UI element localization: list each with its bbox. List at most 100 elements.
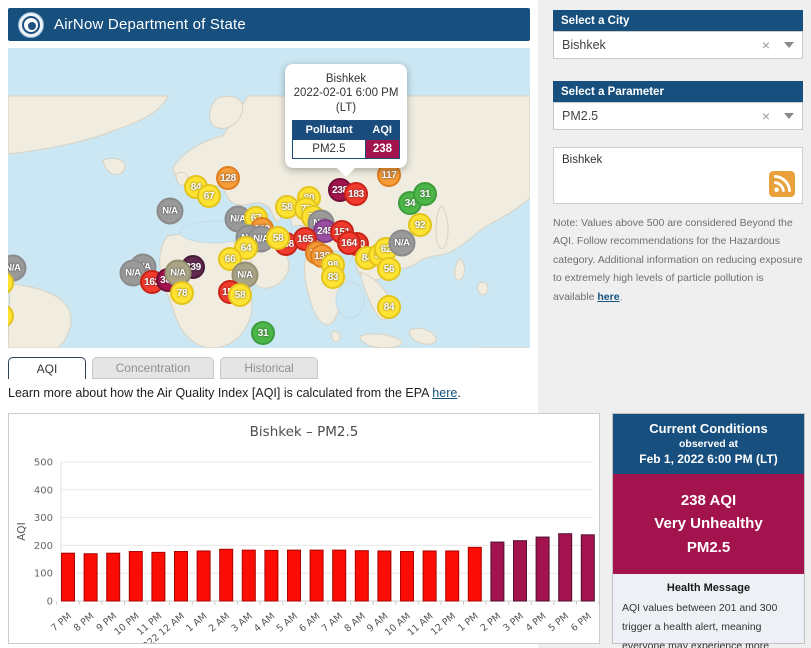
x-tick-label: 5 PM [546, 611, 571, 634]
map-marker-183[interactable]: 183 [344, 182, 368, 206]
conditions-observed: observed at [617, 438, 800, 450]
map-marker-128[interactable]: 128 [216, 166, 240, 190]
y-tick-label: 100 [34, 569, 53, 580]
world-map[interactable]: N/A388467128N/AN/A67132N/AN/A158586466N/… [8, 48, 530, 348]
map-marker-na[interactable]: N/A [389, 230, 416, 257]
bar-2-pm[interactable] [491, 542, 504, 601]
bar-8-am[interactable] [355, 551, 368, 601]
x-tick-label: 3 AM [229, 611, 254, 635]
rss-feed-box: Bishkek [553, 147, 803, 204]
beyond-aqi-note: Note: Values above 500 are considered Be… [553, 214, 805, 306]
bar-4-pm[interactable] [536, 537, 549, 601]
x-tick-label: 7 AM [320, 611, 345, 635]
bar-8-pm[interactable] [84, 554, 97, 601]
select-city-header: Select a City [553, 10, 803, 31]
city-select-value: Bishkek [562, 38, 762, 52]
bar-10-am[interactable] [401, 552, 414, 601]
x-tick-label: 2 PM [479, 611, 504, 634]
x-tick-label: 1 PM [456, 611, 481, 634]
bar-9-pm[interactable] [107, 553, 120, 601]
bar-11-am[interactable] [423, 551, 436, 601]
tab-bar: AQI Concentration Historical [8, 357, 318, 379]
popup-table: Pollutant AQI PM2.5 238 [292, 120, 400, 159]
bar-3-am[interactable] [242, 550, 255, 601]
bar-6-am[interactable] [310, 550, 323, 601]
note-suffix: . [620, 291, 623, 303]
map-marker-83[interactable]: 83 [321, 265, 345, 289]
y-tick-label: 200 [34, 541, 53, 552]
x-tick-label: 6 PM [569, 611, 594, 634]
bar-10-pm[interactable] [129, 552, 142, 601]
note-text: Note: Values above 500 are considered Be… [553, 217, 803, 303]
bar-2-am[interactable] [220, 549, 233, 601]
city-select[interactable]: Bishkek × [553, 31, 803, 59]
app-title: AirNow Department of State [54, 16, 246, 33]
popup-timezone: (LT) [292, 101, 400, 115]
dropdown-caret-icon[interactable] [784, 113, 794, 119]
bar-7-pm[interactable] [62, 553, 75, 601]
health-message-section: Health Message AQI values between 201 an… [613, 574, 804, 648]
map-marker-84[interactable]: 84 [377, 295, 401, 319]
y-tick-label: 400 [34, 485, 53, 496]
conditions-title: Current Conditions [617, 421, 800, 436]
map-marker-67[interactable]: 67 [197, 184, 221, 208]
y-tick-label: 500 [34, 458, 53, 469]
x-tick-label: 4 AM [252, 611, 277, 635]
bar-3-pm[interactable] [514, 541, 527, 601]
map-marker-na[interactable]: N/A [157, 198, 184, 225]
map-marker-31[interactable]: 31 [413, 182, 437, 206]
clear-icon[interactable]: × [762, 108, 770, 124]
map-marker-56[interactable]: 56 [377, 257, 401, 281]
y-tick-label: 0 [47, 597, 53, 608]
map-land [8, 48, 530, 348]
rss-icon[interactable] [769, 171, 795, 197]
parameter-select-value: PM2.5 [562, 109, 762, 123]
popup-aqi-value: 238 [365, 140, 399, 159]
bar-1-pm[interactable] [468, 547, 481, 601]
bar-4-am[interactable] [265, 550, 278, 601]
y-axis-label: AQI [16, 522, 28, 540]
select-parameter-header: Select a Parameter [553, 81, 803, 102]
bar-12-pm[interactable] [446, 551, 459, 601]
learn-more-text: Learn more about how the Air Quality Ind… [8, 386, 461, 400]
popup-pollutant-value: PM2.5 [293, 140, 366, 159]
aqi-bar-chart[interactable]: 0100200300400500AQI7 PM8 PM9 PM10 PM11 P… [9, 414, 599, 643]
bar-9-am[interactable] [378, 551, 391, 601]
select-parameter-label: Select a Parameter [561, 86, 664, 98]
x-tick-label: 7 PM [49, 611, 74, 634]
parameter-select[interactable]: PM2.5 × [553, 102, 803, 130]
dropdown-caret-icon[interactable] [784, 42, 794, 48]
x-tick-label: 4 PM [524, 611, 549, 634]
x-tick-label: 12 PM [429, 611, 458, 638]
health-message-text: AQI values between 201 and 300 trigger a… [622, 599, 795, 648]
map-marker-31[interactable]: 31 [251, 321, 275, 345]
bar-1-am[interactable] [197, 551, 210, 601]
tab-concentration[interactable]: Concentration [92, 357, 214, 379]
bar-5-pm[interactable] [559, 534, 572, 601]
current-aqi-category: Very Unhealthy [617, 512, 800, 535]
rss-city-label: Bishkek [562, 154, 602, 166]
bar-11-pm[interactable] [152, 552, 165, 601]
learn-more-suffix: . [457, 386, 460, 400]
bar-5-am[interactable] [288, 550, 301, 601]
bar-6-pm[interactable] [581, 535, 594, 601]
tab-aqi[interactable]: AQI [8, 357, 86, 379]
x-tick-label: 6 AM [297, 611, 322, 635]
popup-col-pollutant: Pollutant [293, 121, 366, 140]
popup-col-aqi: AQI [365, 121, 399, 140]
popup-city: Bishkek [292, 72, 400, 86]
note-here-link[interactable]: here [597, 291, 619, 303]
bar-2022-12-am[interactable] [175, 552, 188, 601]
map-marker-78[interactable]: 78 [170, 281, 194, 305]
x-tick-label: 11 AM [406, 611, 436, 639]
x-tick-label: 10 PM [112, 611, 141, 638]
x-tick-label: 3 PM [501, 611, 526, 634]
bar-7-am[interactable] [333, 550, 346, 601]
learn-more-here-link[interactable]: here [432, 386, 457, 400]
map-popup: Bishkek 2022-02-01 6:00 PM (LT) Pollutan… [285, 64, 407, 168]
tab-historical[interactable]: Historical [220, 357, 318, 379]
clear-icon[interactable]: × [762, 37, 770, 53]
map-marker-58[interactable]: 58 [266, 226, 290, 250]
popup-datetime: 2022-02-01 6:00 PM [292, 86, 400, 100]
map-marker-58[interactable]: 58 [228, 283, 252, 307]
